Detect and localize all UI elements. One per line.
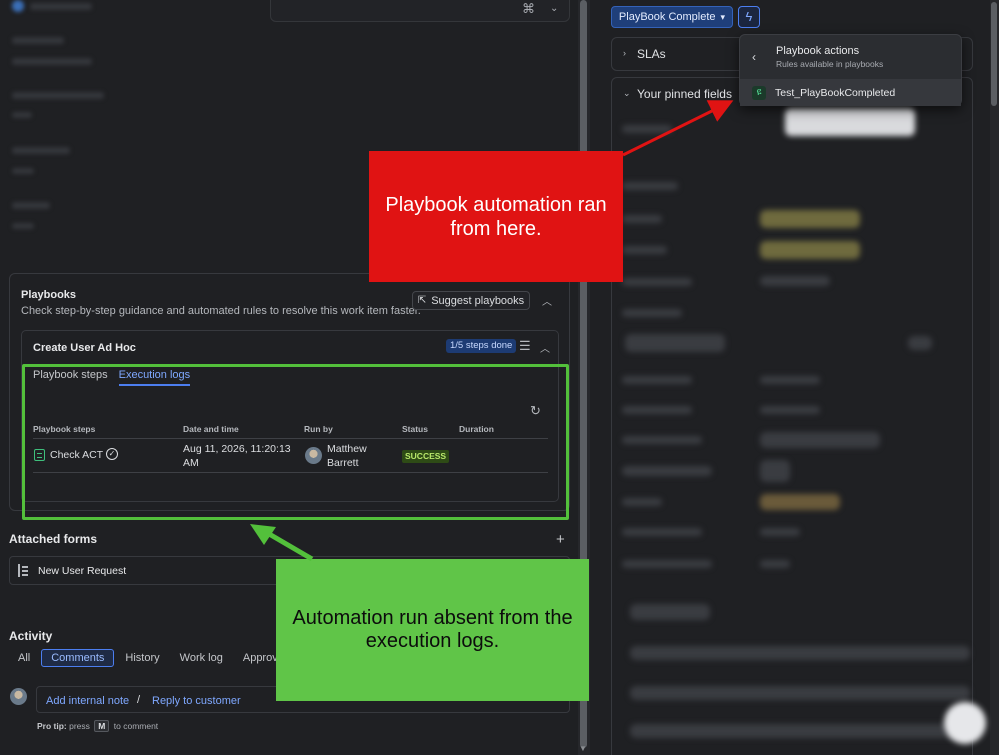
execution-log-table-header: Playbook steps Date and time Run by Stat…	[33, 424, 548, 439]
scrollbar-thumb[interactable]	[991, 2, 997, 106]
back-chevron-icon[interactable]: ‹	[752, 50, 756, 64]
activity-tabs: All Comments History Work log Approval	[9, 648, 295, 668]
reply-to-customer-link[interactable]: Reply to customer	[152, 695, 241, 707]
collapse-playbook-chevron-icon[interactable]: ︿	[540, 340, 550, 355]
tab-comments[interactable]: Comments	[41, 649, 115, 667]
lightning-icon: ϟ	[745, 9, 753, 24]
status-button[interactable]: PlayBook Complete ▾	[611, 6, 733, 28]
column-header-status: Status	[402, 424, 428, 434]
protip-rest: to comment	[113, 721, 159, 731]
tab-all[interactable]: All	[9, 650, 39, 666]
column-header-steps: Playbook steps	[33, 424, 96, 434]
date-line-2: AM	[183, 457, 199, 469]
avatar	[10, 688, 27, 705]
suggest-playbooks-label: Suggest playbooks	[431, 294, 525, 307]
protip-press: press	[69, 721, 90, 731]
annotation-green-note: Automation run absent from the execution…	[276, 559, 589, 701]
date-line-1: Aug 11, 2026, 11:20:13	[183, 443, 291, 455]
chevron-right-icon: ›	[623, 48, 626, 58]
status-badge: SUCCESS	[402, 450, 450, 463]
suggest-playbooks-button[interactable]: ⇱ Suggest playbooks	[412, 291, 530, 310]
share-icon: ⇱	[417, 295, 427, 306]
playbooks-description: Check step-by-step guidance and automate…	[21, 305, 421, 317]
playbook-actions-dropdown: ‹ Playbook actions Rules available in pl…	[739, 34, 962, 106]
top-toolbar-card: ⌘ ⌄	[270, 0, 570, 22]
screen: ⌘ ⌄ Playbooks Check step-by-step guidanc…	[0, 0, 999, 755]
check-circle-icon: ✓	[106, 448, 118, 460]
status-button-label: PlayBook Complete	[618, 11, 716, 23]
document-icon	[34, 449, 45, 461]
tab-work-log[interactable]: Work log	[171, 650, 232, 666]
playbooks-title: Playbooks	[21, 289, 77, 301]
collapse-playbooks-chevron-icon[interactable]: ︿	[542, 293, 552, 308]
expand-icon[interactable]: ⌘	[522, 1, 535, 17]
keyboard-key: M	[94, 720, 110, 732]
playbook-name: Create User Ad Hoc	[33, 342, 136, 354]
playbook-icon: ዩ	[752, 86, 766, 100]
chevron-down-icon[interactable]: ⌄	[550, 3, 558, 14]
playbook-tabs: Playbook steps Execution logs	[33, 369, 191, 386]
tab-execution-logs[interactable]: Execution logs	[118, 369, 191, 386]
playbook-action-item[interactable]: ዩ Test_PlayBookCompleted	[740, 79, 961, 106]
pinned-fields-label: Your pinned fields	[637, 87, 732, 101]
panel-scrollbar[interactable]	[990, 0, 999, 755]
separator: /	[137, 694, 141, 706]
chevron-down-icon: ▾	[720, 11, 726, 22]
playbook-action-label: Test_PlayBookCompleted	[775, 87, 896, 99]
help-icon[interactable]	[944, 702, 986, 744]
annotation-red-note: Playbook automation ran from here.	[369, 151, 623, 282]
sla-label: SLAs	[637, 47, 666, 61]
activity-title: Activity	[9, 629, 53, 643]
playbook-card: Create User Ad Hoc 1/5 steps done ☰ ︿ Pl…	[21, 330, 559, 502]
context-panel: PlayBook Complete ▾ ϟ › SLAs ⌄ Your pinn…	[590, 0, 999, 755]
pro-tip: Pro tip: press M to comment	[37, 720, 158, 732]
dropdown-title: Playbook actions	[776, 45, 860, 57]
run-by-line-1: Matthew	[327, 443, 367, 455]
add-internal-note-link[interactable]: Add internal note	[46, 695, 129, 707]
column-header-date: Date and time	[183, 424, 239, 434]
column-header-duration: Duration	[459, 424, 494, 434]
form-name: New User Request	[38, 565, 127, 577]
automation-bolt-button[interactable]: ϟ	[738, 6, 760, 28]
column-header-run-by: Run by	[304, 424, 333, 434]
scroll-down-arrow-icon[interactable]: ▼	[579, 744, 587, 753]
tab-history[interactable]: History	[116, 650, 168, 666]
run-by-line-2: Barrett	[327, 457, 359, 469]
tab-playbook-steps[interactable]: Playbook steps	[33, 369, 108, 386]
step-name[interactable]: Check ACT	[50, 449, 103, 461]
protip-label: Pro tip:	[37, 721, 67, 731]
list-icon[interactable]: ☰	[519, 338, 531, 354]
chevron-down-icon: ⌄	[623, 88, 631, 98]
refresh-icon[interactable]: ↻	[530, 403, 541, 419]
attached-forms-title: Attached forms	[9, 532, 98, 546]
dropdown-subtitle: Rules available in playbooks	[776, 59, 884, 69]
avatar	[305, 447, 322, 464]
form-icon	[18, 564, 28, 577]
playbooks-panel: Playbooks Check step-by-step guidance an…	[9, 273, 570, 511]
table-row: Check ACT ✓ Aug 11, 2026, 11:20:13 AM Ma…	[33, 439, 548, 473]
steps-progress-badge: 1/5 steps done	[446, 339, 517, 353]
add-form-icon[interactable]: +	[556, 531, 565, 548]
